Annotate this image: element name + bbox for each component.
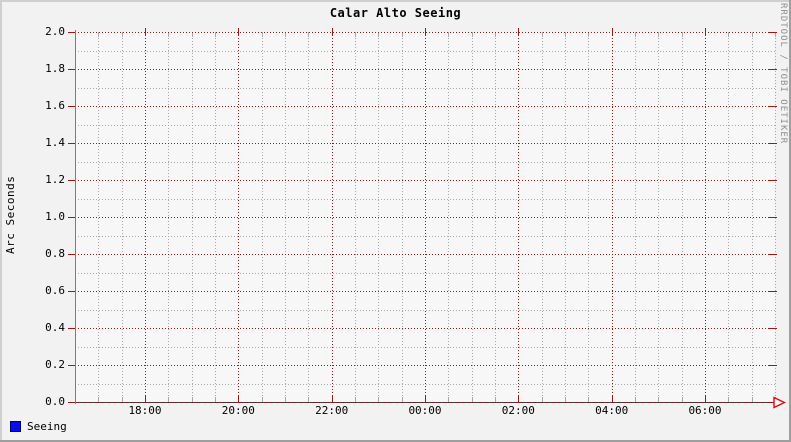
grid-major-h	[75, 69, 775, 70]
grid-minor-h	[78, 161, 775, 163]
y-tick-label: 2.0	[45, 25, 65, 38]
y-tick-label: 0.2	[45, 358, 65, 371]
y-tick-label: 1.2	[45, 173, 65, 186]
rrdtool-graph: 18:00 20:00 22:00 00:00 02:00 04:00 06:00 2.0 1.…	[0, 0, 791, 442]
y-tick-label: 1.4	[45, 136, 65, 149]
frame-border-top	[0, 0, 791, 2]
grid-major-h	[75, 143, 775, 144]
grid-minor-h	[78, 383, 775, 385]
y-tick-label: 1.0	[45, 210, 65, 223]
y-tick-label: 0.4	[45, 321, 65, 334]
grid-major-h	[75, 402, 775, 403]
grid-minor-h	[78, 198, 775, 200]
legend: Seeing	[10, 420, 67, 433]
chart-title: Calar Alto Seeing	[329, 6, 462, 20]
y-tick-label: 0.8	[45, 247, 65, 260]
y-major-tick-right	[769, 328, 777, 329]
y-major-tick-right	[769, 106, 777, 107]
grid-major-h	[75, 328, 775, 329]
legend-color-swatch	[10, 421, 21, 432]
y-major-tick-right	[769, 254, 777, 255]
grid-minor-h	[78, 309, 775, 311]
grid-major-h	[75, 254, 775, 255]
y-major-tick-right	[769, 217, 777, 218]
grid-major-h	[75, 32, 775, 33]
grid-major-h	[75, 106, 775, 107]
x-tick-label: 04:00	[595, 404, 629, 417]
grid-minor-h	[78, 272, 775, 274]
y-tick-label: 0.6	[45, 284, 65, 297]
x-tick-label: 22:00	[315, 404, 349, 417]
y-tick-label: 0.0	[45, 395, 65, 408]
grid-minor-h	[78, 346, 775, 348]
grid-minor-h	[78, 87, 775, 89]
x-axis-arrow-icon	[773, 396, 786, 409]
x-tick-label: 02:00	[501, 404, 535, 417]
grid-minor-h	[78, 50, 775, 52]
legend-label: Seeing	[27, 420, 67, 433]
y-major-tick-right	[769, 143, 777, 144]
y-major-tick-right	[769, 180, 777, 181]
y-major-tick-right	[769, 69, 777, 70]
x-tick-label: 00:00	[408, 404, 442, 417]
x-tick-label: 18:00	[128, 404, 162, 417]
x-tick-label: 06:00	[688, 404, 722, 417]
y-major-tick-right	[769, 291, 777, 292]
grid-major-h	[75, 291, 775, 292]
y-tick-label: 1.8	[45, 62, 65, 75]
y-axis-title: Arc Seconds	[4, 175, 17, 254]
rrdtool-watermark: RRDTOOL / TOBI OETIKER	[778, 3, 788, 145]
y-major-tick-right	[769, 365, 777, 366]
grid-minor-h	[78, 235, 775, 237]
grid-major-h	[75, 217, 775, 218]
y-major-tick-right	[769, 32, 777, 33]
grid-minor-h	[78, 124, 775, 126]
x-tick-label: 20:00	[221, 404, 255, 417]
grid-major-h	[75, 365, 775, 366]
y-axis-line	[75, 30, 76, 404]
frame-border-left	[0, 0, 2, 442]
grid-major-h	[75, 180, 775, 181]
y-tick-label: 1.6	[45, 99, 65, 112]
